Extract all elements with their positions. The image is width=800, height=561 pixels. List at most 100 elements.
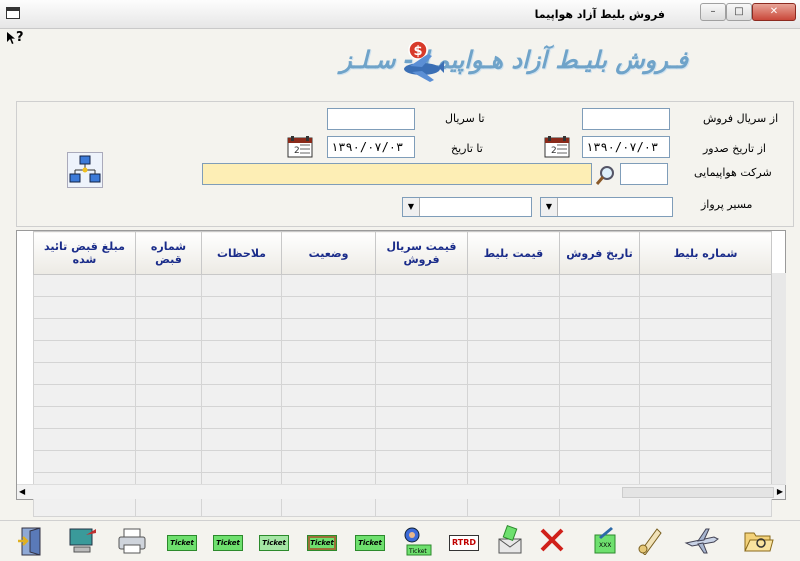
ticket-edit-button[interactable]: Ticket	[350, 525, 390, 561]
table-cell[interactable]	[375, 384, 468, 407]
table-cell[interactable]	[201, 296, 282, 319]
table-cell[interactable]	[639, 362, 772, 385]
route-from-select[interactable]: ▼	[402, 197, 532, 217]
table-cell[interactable]	[375, 274, 468, 297]
airline-search-button[interactable]	[595, 164, 617, 186]
table-cell[interactable]	[467, 428, 560, 451]
table-cell[interactable]	[559, 362, 640, 385]
print-button[interactable]	[112, 525, 152, 561]
table-cell[interactable]	[33, 274, 136, 297]
table-cell[interactable]	[375, 318, 468, 341]
table-row[interactable]	[33, 406, 772, 429]
table-cell[interactable]	[467, 274, 560, 297]
column-header[interactable]: شماره بلیط	[639, 231, 772, 275]
table-row[interactable]	[33, 340, 772, 363]
table-cell[interactable]	[281, 340, 376, 363]
table-cell[interactable]	[281, 406, 376, 429]
table-cell[interactable]	[33, 296, 136, 319]
rtrd-button[interactable]: RTRD	[444, 525, 484, 561]
from-date-calendar-button[interactable]: 2	[544, 135, 570, 159]
ticket-cut-button[interactable]: Ticket	[302, 525, 342, 561]
table-cell[interactable]	[467, 340, 560, 363]
ticket-cancel-button[interactable]: Ticket	[254, 525, 294, 561]
scroll-right-icon[interactable]: ▶	[777, 487, 783, 496]
table-cell[interactable]	[639, 428, 772, 451]
table-cell[interactable]	[33, 450, 136, 473]
table-cell[interactable]	[281, 318, 376, 341]
table-cell[interactable]	[135, 318, 202, 341]
certificate-button[interactable]	[630, 525, 670, 561]
results-grid[interactable]: شماره بلیط تاریخ فروش قیمت بلیط قیمت سریال …	[16, 230, 786, 517]
from-date-input[interactable]: ۱۳۹۰/۰۷/۰۳	[582, 136, 670, 158]
table-cell[interactable]	[33, 406, 136, 429]
table-cell[interactable]	[375, 450, 468, 473]
table-cell[interactable]	[467, 406, 560, 429]
table-cell[interactable]	[639, 318, 772, 341]
table-cell[interactable]	[639, 340, 772, 363]
ticket-edit-2-button[interactable]: Ticket	[208, 525, 248, 561]
table-row[interactable]	[33, 362, 772, 385]
column-header[interactable]: تاریخ فروش	[559, 231, 640, 275]
window-icon[interactable]	[6, 7, 20, 19]
table-cell[interactable]	[375, 406, 468, 429]
scroll-left-icon[interactable]: ◀	[19, 487, 25, 496]
column-header[interactable]: قیمت بلیط	[467, 231, 560, 275]
table-cell[interactable]	[33, 428, 136, 451]
table-cell[interactable]	[281, 450, 376, 473]
table-row[interactable]	[33, 450, 772, 473]
table-cell[interactable]	[467, 296, 560, 319]
table-cell[interactable]	[375, 428, 468, 451]
table-cell[interactable]	[135, 384, 202, 407]
email-button[interactable]	[490, 525, 530, 561]
to-serial-input[interactable]	[327, 108, 415, 130]
close-button[interactable]: ✕	[752, 3, 796, 21]
table-cell[interactable]	[135, 450, 202, 473]
table-cell[interactable]	[559, 274, 640, 297]
table-cell[interactable]	[281, 296, 376, 319]
table-cell[interactable]	[467, 450, 560, 473]
table-cell[interactable]	[639, 406, 772, 429]
table-cell[interactable]	[559, 384, 640, 407]
table-cell[interactable]	[281, 274, 376, 297]
table-cell[interactable]	[559, 406, 640, 429]
report-button[interactable]: XXX	[584, 525, 624, 561]
minimize-button[interactable]: –	[700, 3, 726, 21]
flights-button[interactable]	[682, 525, 722, 561]
table-cell[interactable]	[639, 296, 772, 319]
search-ticket-button[interactable]: Ticket	[396, 525, 436, 561]
table-row[interactable]	[33, 274, 772, 297]
to-date-calendar-button[interactable]: 2	[287, 135, 313, 159]
column-header[interactable]: ملاحظات	[201, 231, 282, 275]
table-cell[interactable]	[281, 362, 376, 385]
ticket-add-button[interactable]: Ticket	[162, 525, 202, 561]
table-cell[interactable]	[559, 428, 640, 451]
table-cell[interactable]	[135, 406, 202, 429]
to-date-input[interactable]: ۱۳۹۰/۰۷/۰۳	[327, 136, 415, 158]
table-cell[interactable]	[135, 362, 202, 385]
network-icon[interactable]	[67, 152, 103, 188]
table-cell[interactable]	[639, 450, 772, 473]
table-cell[interactable]	[281, 384, 376, 407]
table-cell[interactable]	[201, 318, 282, 341]
table-cell[interactable]	[281, 428, 376, 451]
table-cell[interactable]	[375, 362, 468, 385]
table-cell[interactable]	[375, 296, 468, 319]
table-cell[interactable]	[201, 428, 282, 451]
table-cell[interactable]	[201, 274, 282, 297]
table-cell[interactable]	[467, 384, 560, 407]
table-cell[interactable]	[639, 274, 772, 297]
scroll-thumb[interactable]	[622, 487, 774, 498]
table-cell[interactable]	[559, 340, 640, 363]
table-cell[interactable]	[467, 362, 560, 385]
table-cell[interactable]	[639, 384, 772, 407]
airline-name-input[interactable]	[202, 163, 592, 185]
table-cell[interactable]	[33, 340, 136, 363]
from-serial-input[interactable]	[582, 108, 670, 130]
table-row[interactable]	[33, 384, 772, 407]
column-header[interactable]: وضعیت	[281, 231, 376, 275]
table-cell[interactable]	[201, 384, 282, 407]
delete-button[interactable]	[532, 525, 572, 561]
column-header[interactable]: مبلغ قبض تائید شده	[33, 231, 136, 275]
vertical-scrollbar[interactable]	[771, 273, 786, 485]
table-cell[interactable]	[467, 318, 560, 341]
